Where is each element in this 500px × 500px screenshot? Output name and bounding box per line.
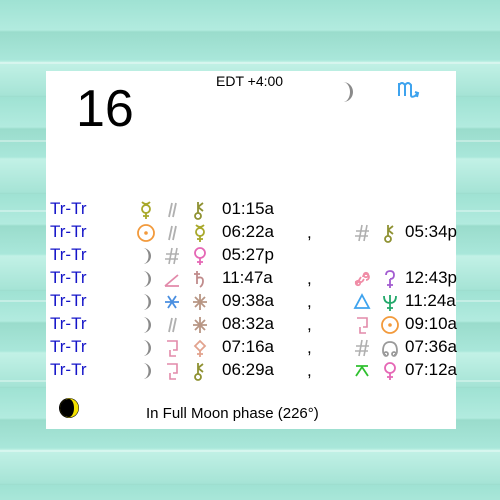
ephemeris-card: 16 EDT +4:00 Tr-Tr 01:15a Tr-Tr 06:22a, 05:3…	[46, 71, 457, 429]
mercury-icon	[136, 200, 156, 220]
parallel-icon	[162, 223, 182, 243]
aspect-time: 06:22a	[222, 222, 274, 241]
chiron-icon	[380, 223, 400, 243]
parallel-icon	[162, 200, 182, 220]
moon-phase-text: In Full Moon phase (226°)	[146, 405, 319, 422]
aspect-time: 07:12a	[405, 360, 457, 379]
aspect-type-label: Tr-Tr	[50, 314, 87, 333]
mercury-icon	[190, 223, 210, 243]
aspect-time: 05:34p	[405, 222, 457, 241]
aspect-time: 01:15a	[222, 199, 274, 218]
separator-comma: ,	[307, 223, 312, 242]
parallel-icon	[162, 315, 182, 335]
aspect-row: Tr-Tr 08:32a, 09:10a	[50, 314, 457, 337]
sun-icon	[136, 223, 156, 243]
aspect-type-label: Tr-Tr	[50, 268, 87, 287]
moon-icon	[136, 338, 156, 358]
ceres-icon	[190, 315, 210, 335]
ceres-icon	[190, 292, 210, 312]
aspect-row: Tr-Tr 01:15a	[50, 199, 450, 222]
scorpio-icon	[396, 76, 422, 102]
moon-icon	[136, 315, 156, 335]
timezone-label: EDT +4:00	[216, 73, 284, 89]
venus-icon	[190, 246, 210, 266]
aspect-type-label: Tr-Tr	[50, 291, 87, 310]
moon-icon	[136, 292, 156, 312]
sun-icon	[380, 315, 400, 335]
saturn-icon	[190, 269, 210, 289]
trine-icon	[352, 292, 372, 312]
aspect-row: Tr-Tr 06:29a, 07:12a	[50, 360, 457, 383]
aspect-row: Tr-Tr 09:38a, 11:24a	[50, 291, 456, 314]
separator-comma: ,	[307, 269, 312, 288]
aspect-row: Tr-Tr 05:27p	[50, 245, 450, 268]
contraparallel-icon	[352, 338, 372, 358]
sextile-icon	[162, 292, 182, 312]
aspect-time: 07:16a	[222, 337, 274, 356]
aspect-type-label: Tr-Tr	[50, 222, 87, 241]
moon-icon	[136, 361, 156, 381]
aspect-time: 09:38a	[222, 291, 274, 310]
day-number: 16	[76, 80, 134, 138]
aspect-time: 08:32a	[222, 314, 274, 333]
aspect-time: 12:43p	[405, 268, 457, 287]
pallas-icon	[190, 338, 210, 358]
contraparallel-icon	[162, 246, 182, 266]
aspect-time: 05:27p	[222, 245, 274, 264]
aspect-type-label: Tr-Tr	[50, 245, 87, 264]
neptune-icon	[380, 292, 400, 312]
semisquare-alt-icon	[162, 338, 182, 358]
separator-comma: ,	[307, 338, 312, 357]
semisquare-alt-icon	[352, 315, 372, 335]
contraparallel-icon	[352, 223, 372, 243]
juno-icon	[380, 269, 400, 289]
chiron-icon	[190, 200, 210, 220]
quincunx-icon	[352, 361, 372, 381]
aspect-time: 11:24a	[405, 291, 456, 310]
semisquare-icon	[162, 269, 182, 289]
aspect-time: 06:29a	[222, 360, 274, 379]
venus-icon	[380, 361, 400, 381]
aspect-time: 07:36a	[405, 337, 457, 356]
aspect-list: Tr-Tr 01:15a Tr-Tr 06:22a, 05:34p Tr-Tr 05:27p…	[50, 199, 457, 383]
aspect-row: Tr-Tr 06:22a, 05:34p	[50, 222, 457, 245]
aspect-row: Tr-Tr 07:16a, 07:36a	[50, 337, 457, 360]
aspect-type-label: Tr-Tr	[50, 199, 87, 218]
moon-icon	[136, 246, 156, 266]
aspect-time: 09:10a	[405, 314, 457, 333]
moon-icon	[136, 269, 156, 289]
aspect-type-label: Tr-Tr	[50, 337, 87, 356]
aspect-row: Tr-Tr 11:47a, 12:43p	[50, 268, 457, 291]
aspect-time: 11:47a	[222, 268, 273, 287]
node-icon	[380, 338, 400, 358]
sesquiquadrate-icon	[352, 269, 372, 289]
aspect-type-label: Tr-Tr	[50, 360, 87, 379]
moon-phase-icon	[58, 397, 80, 419]
moon-icon	[334, 79, 360, 105]
semisquare-alt-icon	[162, 361, 182, 381]
chiron-icon	[190, 361, 210, 381]
separator-comma: ,	[307, 315, 312, 334]
separator-comma: ,	[307, 292, 312, 311]
separator-comma: ,	[307, 361, 312, 380]
